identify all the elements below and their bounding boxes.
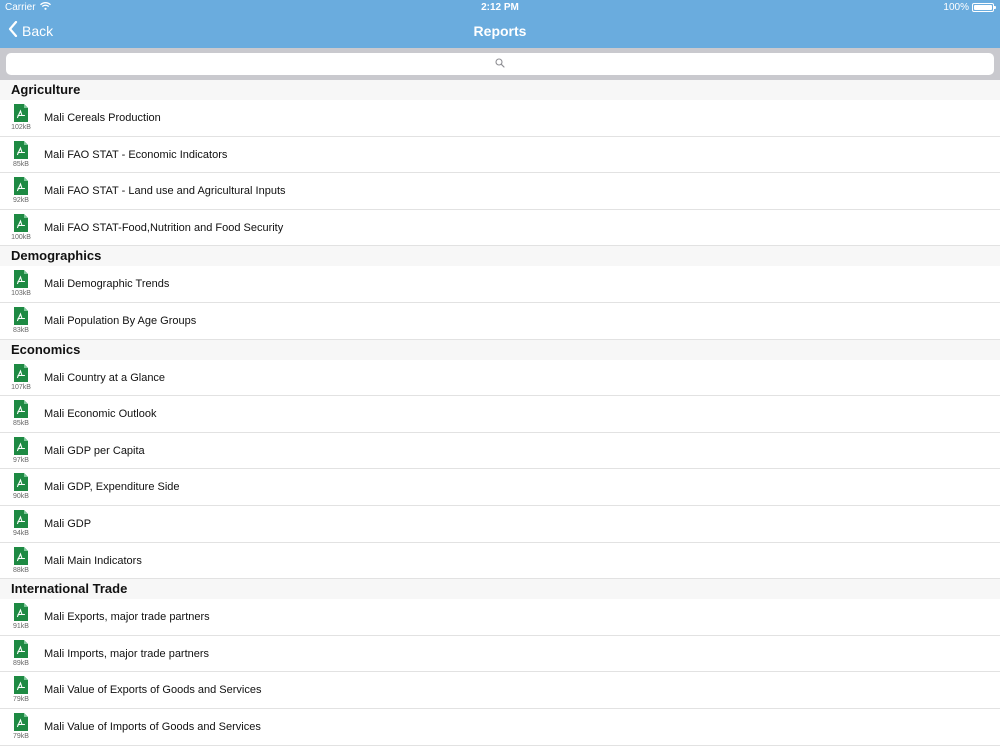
- report-title: Mali Exports, major trade partners: [44, 611, 210, 624]
- report-row[interactable]: 79kB Mali Value of Imports of Goods and S…: [0, 709, 1000, 746]
- file-size: 107kB: [11, 383, 31, 391]
- reports-list: Agriculture 102kB Mali Cereals Production 8…: [0, 80, 1000, 746]
- report-row[interactable]: 97kB Mali GDP per Capita: [0, 433, 1000, 470]
- report-row[interactable]: 89kB Mali Imports, major trade partners: [0, 636, 1000, 673]
- file-size: 102kB: [11, 124, 31, 131]
- report-row[interactable]: 85kB Mali Economic Outlook: [0, 396, 1000, 433]
- file-size: 103kB: [11, 290, 31, 298]
- report-row[interactable]: 88kB Mali Main Indicators: [0, 543, 1000, 580]
- report-title: Mali Demographic Trends: [44, 278, 170, 291]
- report-title: Mali Country at a Glance: [44, 371, 166, 384]
- report-title: Mali FAO STAT - Economic Indicators: [44, 148, 228, 161]
- report-title: Mali Imports, major trade partners: [44, 647, 210, 660]
- report-row[interactable]: 85kB Mali FAO STAT - Economic Indicators: [0, 137, 1000, 174]
- file-size: 88kB: [13, 566, 29, 574]
- report-title: Mali Value of Exports of Goods and Servi…: [44, 684, 262, 697]
- search-input[interactable]: [6, 53, 994, 75]
- file-size: 85kB: [13, 420, 29, 428]
- report-row[interactable]: 100kB Mali FAO STAT-Food,Nutrition and Fo…: [0, 210, 1000, 247]
- report-row[interactable]: 79kB Mali Value of Exports of Goods and S…: [0, 672, 1000, 709]
- section-header: Economics: [0, 339, 1000, 360]
- file-size: 90kB: [13, 493, 29, 501]
- file-size: 79kB: [13, 696, 29, 704]
- report-row[interactable]: 83kB Mali Population By Age Groups: [0, 303, 1000, 340]
- report-row[interactable]: 107kB Mali Country at a Glance: [0, 360, 1000, 397]
- navigation-bar: Back Reports: [0, 15, 1000, 48]
- file-size: 97kB: [13, 456, 29, 464]
- search-field-container: [6, 53, 994, 75]
- report-row[interactable]: 92kB Mali FAO STAT - Land use and Agricul…: [0, 173, 1000, 210]
- report-row[interactable]: 103kB Mali Demographic Trends: [0, 266, 1000, 303]
- report-title: Mali Population By Age Groups: [44, 314, 197, 327]
- report-title: Mali GDP, Expenditure Side: [44, 481, 180, 494]
- report-title: Mali Value of Imports of Goods and Servi…: [44, 720, 261, 733]
- section-header: Agriculture: [0, 80, 1000, 100]
- report-title: Mali FAO STAT - Land use and Agricultura…: [44, 185, 286, 198]
- report-row[interactable]: 90kB Mali GDP, Expenditure Side: [0, 469, 1000, 506]
- file-size: 83kB: [13, 326, 29, 334]
- battery-percent: 100%: [943, 2, 969, 13]
- report-row[interactable]: 91kB Mali Exports, major trade partners: [0, 599, 1000, 636]
- report-title: Mali Main Indicators: [44, 554, 142, 567]
- battery-icon: [972, 3, 996, 12]
- report-row[interactable]: 102kB Mali Cereals Production: [0, 100, 1000, 137]
- file-size: 89kB: [13, 659, 29, 667]
- section-header: International Trade: [0, 579, 1000, 600]
- search-bar: [0, 48, 1000, 80]
- file-size: 94kB: [13, 529, 29, 537]
- report-title: Mali FAO STAT-Food,Nutrition and Food Se…: [44, 221, 284, 234]
- report-row[interactable]: 94kB Mali GDP: [0, 506, 1000, 543]
- page-title: Reports: [473, 23, 527, 39]
- status-time: 2:12 PM: [481, 2, 519, 13]
- file-size: 92kB: [13, 197, 29, 205]
- battery-level: [974, 5, 992, 10]
- file-size: 91kB: [13, 623, 29, 631]
- report-title: Mali Economic Outlook: [44, 408, 157, 421]
- file-size: 79kB: [13, 732, 29, 740]
- report-title: Mali GDP: [44, 517, 92, 530]
- report-title: Mali Cereals Production: [44, 112, 161, 124]
- section-header: Demographics: [0, 246, 1000, 267]
- status-bar: Carrier 2:12 PM 100%: [0, 0, 1000, 15]
- file-size: 100kB: [11, 233, 31, 241]
- report-title: Mali GDP per Capita: [44, 444, 145, 457]
- file-size: 85kB: [13, 160, 29, 168]
